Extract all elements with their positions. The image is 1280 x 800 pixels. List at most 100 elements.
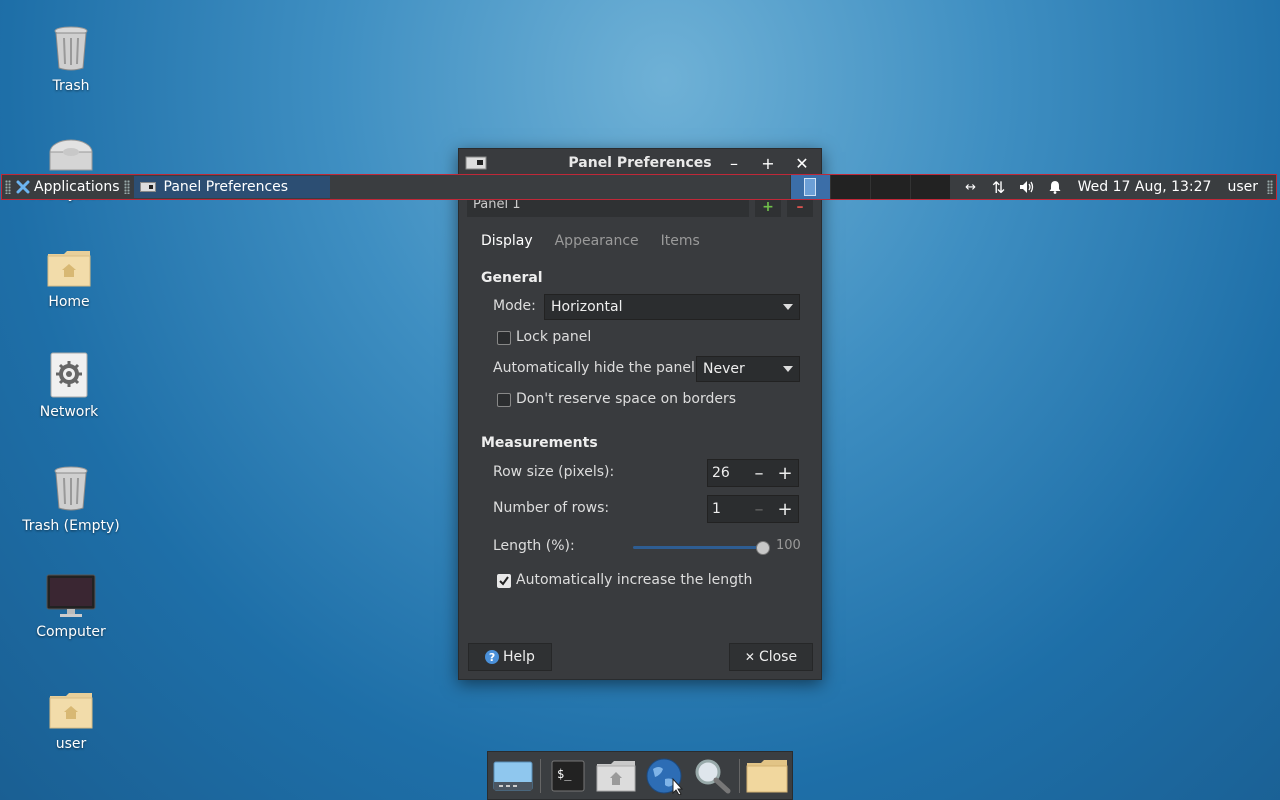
panel-select-row: Panel 1 + – [467, 197, 813, 217]
computer-icon [46, 574, 96, 617]
workspace-window-thumb [804, 178, 817, 196]
autohide-label: Automatically hide the panel: [493, 360, 700, 376]
row-size-input[interactable]: 26 [708, 465, 746, 481]
desktop-icon-user[interactable]: user [16, 690, 126, 754]
length-value: 100 [776, 538, 801, 553]
mode-label: Mode: [493, 298, 536, 314]
workspace-4[interactable] [909, 175, 950, 199]
rows-spinner: 1 – + [707, 495, 799, 523]
length-slider-track[interactable] [633, 546, 765, 549]
network-settings-icon [50, 352, 88, 398]
user-menu[interactable]: user [1227, 179, 1258, 195]
trash-icon [54, 466, 88, 511]
length-slider-handle[interactable] [756, 541, 770, 555]
autohide-value: Never [703, 361, 745, 377]
dock-folder[interactable] [746, 756, 788, 796]
chevron-down-icon [783, 304, 793, 310]
desktop-icon-computer[interactable]: Computer [16, 574, 126, 642]
measurements-section-title: Measurements [481, 435, 598, 451]
volume-icon[interactable] [1018, 178, 1036, 196]
tab-items[interactable]: Items [661, 233, 700, 249]
dock-terminal[interactable]: $_ [547, 756, 589, 796]
dock-search[interactable] [691, 756, 733, 796]
close-icon: ✕ [744, 650, 755, 664]
magnifier-icon [695, 759, 731, 793]
workspace-switcher [789, 175, 950, 199]
home-folder-icon [47, 251, 91, 287]
xfce-logo-icon [16, 180, 30, 194]
reserve-space-label: Don't reserve space on borders [516, 391, 737, 407]
dock-separator [739, 758, 740, 793]
desktop-icon-label: Computer [36, 624, 106, 640]
tab-bar: Display Appearance Items [481, 233, 700, 249]
terminal-icon: $_ [551, 760, 585, 791]
rows-decrement-button[interactable]: – [746, 499, 772, 520]
mode-value: Horizontal [551, 299, 623, 315]
maximize-button[interactable]: + [758, 153, 778, 173]
lock-panel-label: Lock panel [516, 329, 592, 345]
window-app-icon [139, 182, 156, 192]
taskbar-item-panel-preferences[interactable]: Panel Preferences [133, 176, 330, 198]
reserve-space-checkbox[interactable] [497, 393, 511, 407]
general-section-title: General [481, 270, 543, 286]
top-panel: Applications Panel Preferences ↔ ⇅ Wed 1… [1, 174, 1277, 200]
close-window-button[interactable]: ✕ [792, 153, 812, 173]
close-label: Close [758, 649, 798, 665]
auto-length-checkbox[interactable] [497, 574, 511, 588]
dock-show-desktop[interactable] [492, 756, 534, 796]
globe-icon [646, 758, 683, 795]
bottom-dock: $_ [487, 751, 793, 800]
row-size-increment-button[interactable]: + [772, 463, 798, 484]
applications-menu-button[interactable]: Applications [14, 175, 124, 199]
plus-icon: + [762, 199, 774, 215]
panel-drag-handle[interactable] [5, 180, 11, 194]
panel-drag-handle[interactable] [1267, 180, 1273, 194]
home-folder-icon [596, 760, 636, 791]
network-arrows-icon[interactable]: ↔ [962, 178, 980, 196]
tab-display[interactable]: Display [481, 233, 533, 249]
taskbar-empty-area [330, 175, 790, 199]
clock[interactable]: Wed 17 Aug, 13:27 [1078, 179, 1212, 195]
auto-length-label: Automatically increase the length [516, 572, 753, 588]
autohide-select[interactable]: Never [696, 356, 800, 382]
row-size-decrement-button[interactable]: – [746, 463, 772, 484]
desktop-icon-label: Trash (Empty) [22, 518, 120, 534]
dock-home-folder[interactable] [595, 756, 637, 796]
panel-select[interactable]: Panel 1 [467, 197, 749, 217]
workspace-2[interactable] [829, 175, 870, 199]
desktop-icon-home[interactable]: Home [14, 248, 124, 312]
rows-input[interactable]: 1 [708, 501, 746, 517]
system-tray: ↔ ⇅ Wed 17 Aug, 13:27 user [950, 178, 1264, 197]
desktop-icon-network[interactable]: Network [14, 352, 124, 422]
minimize-button[interactable]: – [724, 153, 744, 173]
remove-panel-button[interactable]: – [787, 197, 813, 217]
panel-separator-handle [123, 180, 130, 194]
row-size-label: Row size (pixels): [493, 464, 615, 480]
rows-increment-button[interactable]: + [772, 499, 798, 520]
desktop-icon-label: Trash [52, 78, 90, 94]
desktop-icon-label: Network [39, 404, 99, 420]
mode-select[interactable]: Horizontal [544, 294, 800, 320]
row-size-spinner: 26 – + [707, 459, 799, 487]
close-button[interactable]: ✕ Close [729, 643, 813, 671]
desktop-icon-trash-empty[interactable]: Trash (Empty) [16, 464, 126, 536]
desktop-icon-label: Home [48, 294, 90, 310]
lock-panel-checkbox[interactable] [497, 331, 511, 345]
dock-separator [540, 758, 541, 793]
folder-icon [746, 759, 788, 792]
minus-icon: – [796, 199, 804, 215]
taskbar-item-label: Panel Preferences [163, 179, 289, 195]
updown-arrows-icon[interactable]: ⇅ [990, 178, 1008, 197]
help-button[interactable]: ? Help [468, 643, 552, 671]
dock-web-browser[interactable] [643, 756, 685, 796]
workspace-1[interactable] [789, 175, 830, 199]
svg-text:$_: $_ [557, 767, 572, 781]
bell-icon[interactable] [1046, 178, 1064, 196]
desktop-icon-trash[interactable]: Trash [16, 24, 126, 96]
length-label: Length (%): [493, 538, 575, 554]
dialog-titlebar[interactable]: Panel Preferences – + ✕ [459, 149, 821, 177]
tab-appearance[interactable]: Appearance [555, 233, 639, 249]
add-panel-button[interactable]: + [755, 197, 781, 217]
applications-label: Applications [34, 179, 120, 195]
workspace-3[interactable] [869, 175, 910, 199]
